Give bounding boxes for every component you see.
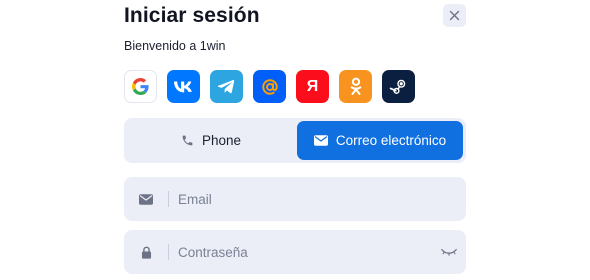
google-login-button[interactable] (124, 70, 157, 103)
page-title: Iniciar sesión (124, 4, 260, 27)
close-button[interactable] (443, 4, 466, 27)
tab-phone[interactable]: Phone (127, 121, 295, 160)
envelope-icon (313, 135, 328, 146)
tab-email-label: Correo electrónico (335, 133, 447, 148)
login-method-tabs: Phone Correo electrónico (124, 118, 466, 163)
telegram-login-button[interactable] (210, 70, 243, 103)
social-login-row: Я (124, 70, 415, 103)
password-field (124, 230, 466, 274)
at-sign-icon (261, 78, 278, 95)
google-icon (132, 78, 149, 95)
mailru-login-button[interactable] (253, 70, 286, 103)
tab-email[interactable]: Correo electrónico (297, 121, 463, 160)
ok-icon (350, 77, 361, 95)
email-input[interactable] (178, 177, 466, 221)
field-divider (168, 244, 169, 260)
yandex-login-button[interactable]: Я (296, 70, 329, 103)
lock-icon (141, 246, 151, 259)
yandex-icon: Я (306, 77, 319, 95)
field-divider (168, 191, 169, 207)
envelope-icon (139, 193, 153, 205)
eye-closed-icon (441, 248, 457, 256)
password-input[interactable] (178, 230, 432, 274)
close-icon (449, 10, 460, 21)
toggle-password-visibility[interactable] (432, 230, 466, 274)
vk-login-button[interactable] (167, 70, 200, 103)
odnoklassniki-login-button[interactable] (339, 70, 372, 103)
steam-login-button[interactable] (382, 70, 415, 103)
phone-icon (182, 135, 193, 146)
email-field (124, 177, 466, 221)
vk-icon (174, 81, 192, 92)
tab-phone-label: Phone (201, 133, 242, 148)
steam-icon (389, 79, 406, 94)
telegram-icon (218, 80, 235, 94)
welcome-subtitle: Bienvenido a 1win (124, 39, 226, 53)
